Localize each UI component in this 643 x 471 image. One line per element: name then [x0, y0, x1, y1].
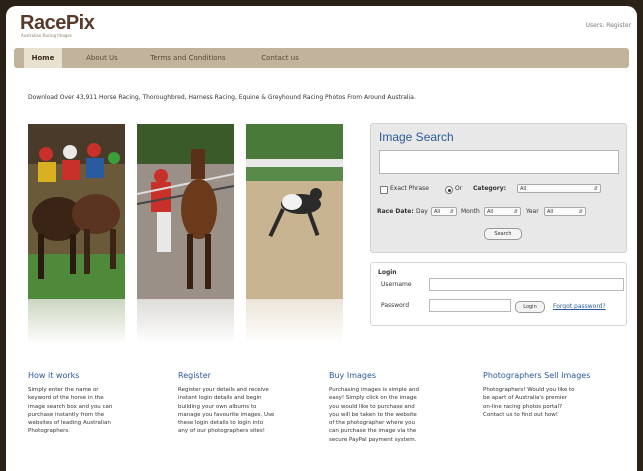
nav-contact-us[interactable]: Contact us	[250, 48, 310, 68]
body-line: of the photographer where you	[329, 420, 415, 427]
column-body: Simply enter the name or keyword of the …	[28, 386, 158, 436]
nav-home[interactable]: Home	[24, 48, 62, 68]
or-label: Or	[455, 185, 463, 192]
column-title: How it works	[28, 371, 80, 380]
year-value: All	[547, 209, 554, 215]
photo-reflection	[137, 299, 234, 344]
day-label: Day	[416, 208, 428, 215]
column-body: Photographers! Would you like to be apar…	[483, 386, 613, 419]
main-navigation: Home About Us Terms and Conditions Conta…	[14, 48, 629, 68]
info-column-how-it-works: How it works Simply enter the name or ke…	[28, 371, 158, 436]
body-line: manage you favourite images. Use	[178, 411, 275, 418]
exact-phrase-checkbox[interactable]	[380, 186, 388, 194]
password-input[interactable]	[429, 299, 511, 312]
photo-greyhound-racing[interactable]	[246, 124, 343, 299]
year-select[interactable]: All ⇵	[544, 207, 586, 216]
search-input[interactable]	[379, 150, 619, 174]
photo-harness-racing[interactable]	[137, 124, 234, 299]
photo-reflection	[246, 299, 343, 344]
username-label: Username	[381, 281, 412, 288]
race-date-label: Race Date:	[377, 208, 414, 215]
day-select[interactable]: All ⇵	[431, 207, 457, 216]
select-arrows-icon: ⇵	[578, 209, 583, 215]
thoroughbred-racing-image	[28, 124, 125, 299]
forgot-password-link[interactable]: Forgot password?	[553, 303, 606, 310]
username-input[interactable]	[429, 278, 624, 291]
body-line: Photographers! Would you like to	[483, 387, 575, 393]
nav-about-us[interactable]: About Us	[76, 48, 128, 68]
body-line: you would like to purchase and	[329, 403, 415, 410]
password-label: Password	[381, 302, 410, 309]
nav-terms-and-conditions[interactable]: Terms and Conditions	[138, 48, 238, 68]
photo-reflection	[28, 299, 125, 344]
register-link-line[interactable]: Register your details and receive	[178, 386, 308, 394]
body-line: these login details to login into	[178, 420, 264, 427]
info-column-register: Register Register your details and recei…	[178, 371, 308, 436]
search-button[interactable]: Search	[484, 228, 522, 240]
header-user-links[interactable]: Users: Register	[586, 22, 631, 29]
login-title: Login	[378, 269, 397, 276]
body-line: Simply enter the name or	[28, 387, 99, 393]
greyhound-racing-image	[246, 124, 343, 299]
body-line: on-line racing photos portal?	[483, 403, 562, 410]
column-body: Purchasing images is simple and easy! Si…	[329, 386, 459, 444]
body-line: websites of leading Australian	[28, 420, 111, 427]
column-body: Register your details and receive instan…	[178, 386, 308, 436]
select-arrows-icon: ⇵	[449, 209, 454, 215]
month-value: All	[487, 209, 494, 215]
or-radio[interactable]	[445, 186, 453, 194]
body-line: any of our photographers sites!	[178, 428, 265, 435]
body-line: purchase instantly from the	[28, 411, 105, 418]
body-line: building your own albums to	[178, 403, 257, 410]
site-logo[interactable]: RacePix	[20, 12, 95, 35]
contact-us-link-line[interactable]: Contact us to find out how!	[483, 411, 613, 419]
select-arrows-icon: ⇵	[593, 186, 598, 192]
month-select[interactable]: All ⇵	[484, 207, 521, 216]
info-column-photographers-sell-images: Photographers Sell Images Photographers!…	[483, 371, 613, 419]
body-line: easy! Simply click on the image	[329, 395, 417, 402]
body-line: secure PayPal payment system.	[329, 436, 417, 443]
body-line: can purchase the image via the	[329, 428, 417, 435]
select-arrows-icon: ⇵	[513, 209, 518, 215]
photo-thoroughbred-racing[interactable]	[28, 124, 125, 299]
body-line: you will be taken to the website	[329, 411, 417, 418]
column-title: Buy Images	[329, 371, 377, 380]
intro-text: Download Over 43,911 Horse Racing, Thoro…	[28, 94, 416, 101]
harness-racing-image	[137, 124, 234, 299]
body-line: be apart of Australia's premier	[483, 395, 568, 402]
login-button[interactable]: Login	[515, 301, 545, 313]
year-label: Year	[526, 208, 539, 215]
site-header: RacePix Australian Racing Images Users: …	[6, 6, 637, 42]
column-title: Photographers Sell Images	[483, 371, 591, 380]
image-search-panel: Image Search Exact Phrase Or Category: A…	[370, 123, 627, 253]
body-line: instant login details and begin	[178, 395, 262, 402]
login-panel: Login Username Password Login Forgot pas…	[370, 262, 627, 326]
search-title: Image Search	[379, 130, 454, 144]
body-line: keyword of the horse in the	[28, 395, 104, 402]
body-line: Purchasing images is simple and	[329, 387, 419, 393]
page-frame: RacePix Australian Racing Images Users: …	[6, 6, 637, 471]
body-line: image search box and you can	[28, 403, 113, 410]
category-label: Category:	[473, 185, 507, 192]
info-column-buy-images: Buy Images Purchasing images is simple a…	[329, 371, 459, 444]
column-title: Register	[178, 371, 211, 380]
radio-selected-dot	[447, 188, 451, 192]
month-label: Month	[461, 208, 480, 215]
body-line: Photographers.	[28, 428, 71, 435]
category-value: All	[520, 186, 527, 192]
day-value: All	[434, 209, 441, 215]
logo-tagline: Australian Racing Images	[21, 33, 72, 38]
exact-phrase-label: Exact Phrase	[390, 185, 429, 192]
category-select[interactable]: All ⇵	[517, 184, 601, 193]
